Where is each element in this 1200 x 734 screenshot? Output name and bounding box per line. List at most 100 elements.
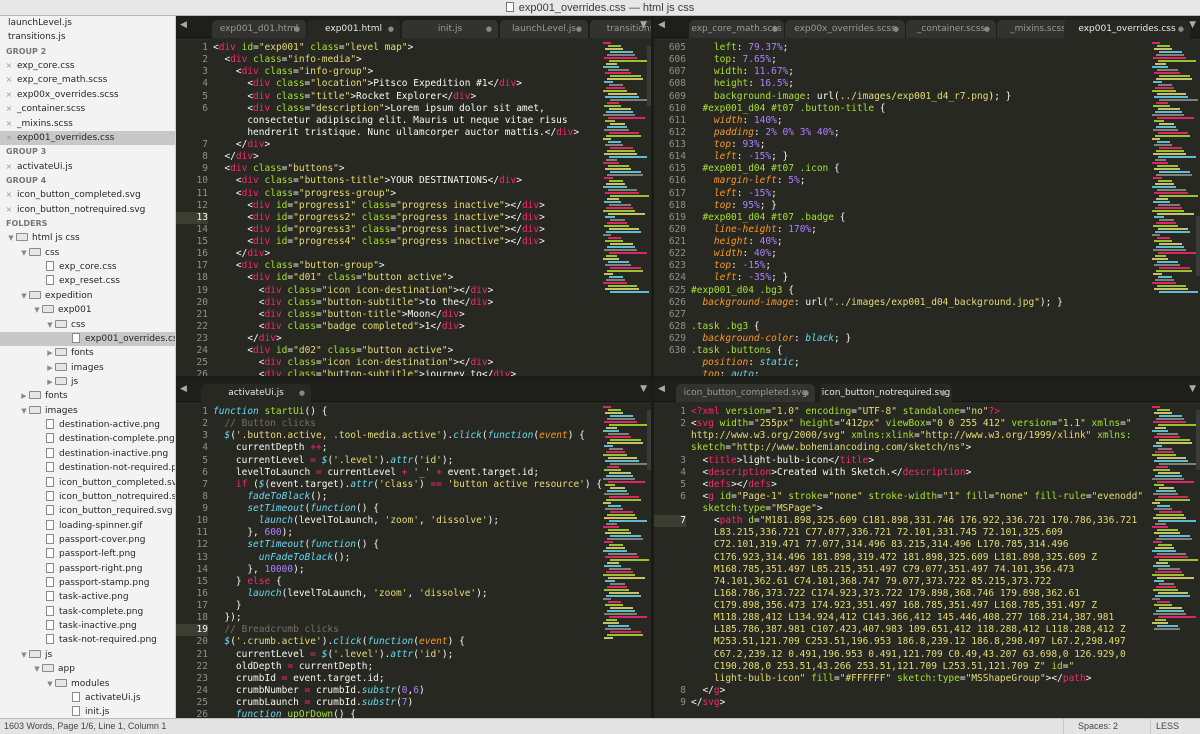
sidebar-file[interactable]: task-active.png (0, 590, 175, 604)
code-area[interactable]: function startUi() { // Button clicks $(… (213, 406, 602, 718)
sidebar-folder[interactable]: ▶ fonts (0, 389, 175, 403)
tab-scroll-left-icon[interactable]: ◀ (180, 384, 187, 394)
chevron-down-icon[interactable]: ▼ (19, 246, 29, 260)
sidebar-file[interactable]: icon_button_notrequired.svg (0, 490, 175, 504)
chevron-down-icon[interactable]: ▼ (32, 303, 42, 317)
chevron-right-icon[interactable]: ▶ (45, 346, 55, 360)
editor-tab[interactable]: init.js ● (402, 20, 498, 38)
close-icon[interactable]: × (4, 131, 14, 145)
tab-close-icon[interactable]: ● (486, 20, 492, 38)
pane-divider-vertical[interactable] (651, 16, 654, 718)
sidebar-file[interactable]: × icon_button_completed.svg (0, 188, 175, 202)
chevron-down-icon[interactable]: ▼ (19, 648, 29, 662)
tab-close-icon[interactable]: ● (1178, 20, 1184, 38)
editor-pane-bottom-left[interactable]: ◀ activateUi.js ● ▼ 1 2 3 4 5 6 7 8 9 10 11 12 13 14 15 16 1… (176, 380, 651, 718)
tab-scroll-left-icon[interactable]: ◀ (658, 384, 665, 394)
sidebar-file[interactable]: task-not-required.png (0, 633, 175, 647)
tab-close-icon[interactable]: ● (299, 384, 305, 402)
tab-scroll-left-icon[interactable]: ◀ (658, 20, 665, 30)
close-icon[interactable]: × (4, 188, 14, 202)
sidebar-file[interactable]: exp001_overrides.css (0, 331, 175, 347)
minimap[interactable] (603, 406, 649, 718)
editor-tab[interactable]: icon_button_completed.svg ● (676, 384, 815, 402)
editor-pane-top-right[interactable]: ◀ exp_core_math.scss ● exp00x_overrides.scs… (654, 16, 1200, 376)
sidebar-folder[interactable]: ▼ images (0, 404, 175, 418)
sidebar-folder[interactable]: ▼ app (0, 662, 175, 676)
sidebar-file[interactable]: passport-left.png (0, 547, 175, 561)
sidebar-file[interactable]: exp_reset.css (0, 274, 175, 288)
vertical-scrollbar[interactable] (1196, 216, 1200, 276)
sidebar-file[interactable]: exp_core.css (0, 260, 175, 274)
sidebar-file[interactable]: destination-complete.png (0, 432, 175, 446)
tab-scroll-right-icon[interactable]: ▼ (1189, 384, 1196, 394)
sidebar-file[interactable]: icon_button_completed.svg (0, 476, 175, 490)
tab-close-icon[interactable]: ● (576, 20, 582, 38)
close-icon[interactable]: × (4, 203, 14, 217)
chevron-down-icon[interactable]: ▼ (32, 662, 42, 676)
tab-scroll-right-icon[interactable]: ▼ (1189, 20, 1196, 30)
sidebar-folder[interactable]: ▼ css (0, 246, 175, 260)
minimap[interactable] (1152, 42, 1198, 376)
editor-tab[interactable]: exp001.html ● (307, 20, 400, 38)
tab-close-icon[interactable]: ● (984, 20, 990, 38)
sidebar-file[interactable]: × exp001_overrides.css (0, 130, 175, 146)
minimap[interactable] (1152, 406, 1198, 718)
editor-tab[interactable]: exp00x_overrides.scss ● (785, 20, 905, 38)
chevron-down-icon[interactable]: ▼ (19, 404, 29, 418)
sidebar-folder[interactable]: ▼ modules (0, 677, 175, 691)
tab-close-icon[interactable]: ● (294, 20, 300, 38)
indentation-setting[interactable]: Spaces: 2 (1063, 719, 1153, 734)
chevron-down-icon[interactable]: ▼ (45, 677, 55, 691)
code-area[interactable]: <?xml version="1.0" encoding="UTF-8" sta… (691, 406, 1143, 709)
chevron-right-icon[interactable]: ▶ (45, 361, 55, 375)
sidebar-file[interactable]: task-inactive.png (0, 619, 175, 633)
sidebar-folder[interactable]: ▶ fonts (0, 346, 175, 360)
sidebar-file[interactable]: destination-inactive.png (0, 447, 175, 461)
close-icon[interactable]: × (4, 59, 14, 73)
tab-scroll-left-icon[interactable]: ◀ (180, 20, 187, 30)
sidebar-file[interactable]: × icon_button_notrequired.svg (0, 203, 175, 217)
tab-scroll-right-icon[interactable]: ▼ (640, 384, 647, 394)
sidebar-file[interactable]: passport-right.png (0, 562, 175, 576)
sidebar-folder[interactable]: ▼ expedition (0, 289, 175, 303)
sidebar-file[interactable]: × _mixins.scss (0, 117, 175, 131)
chevron-right-icon[interactable]: ▶ (45, 375, 55, 389)
chevron-down-icon[interactable]: ▼ (19, 289, 29, 303)
chevron-right-icon[interactable]: ▶ (19, 389, 29, 403)
editor-pane-bottom-right[interactable]: ◀ icon_button_completed.svg ● icon_button_n… (654, 380, 1200, 718)
editor-tab[interactable]: activateUi.js ● (201, 384, 311, 402)
sidebar-folder[interactable]: ▼ html js css (0, 231, 175, 245)
chevron-down-icon[interactable]: ▼ (45, 318, 55, 332)
sidebar-file[interactable]: × activateUi.js (0, 160, 175, 174)
tab-close-icon[interactable]: ● (893, 20, 899, 38)
chevron-down-icon[interactable]: ▼ (6, 231, 16, 245)
editor-tab[interactable]: exp_core_math.scss ● (689, 20, 784, 38)
sidebar-file[interactable]: init.js (0, 705, 175, 718)
sidebar-file[interactable]: passport-stamp.png (0, 576, 175, 590)
syntax-selector[interactable]: LESS (1150, 719, 1200, 734)
code-area[interactable]: <div id="exp001" class="level map"> <div… (213, 42, 579, 376)
sidebar-file[interactable]: × exp_core_math.scss (0, 73, 175, 87)
editor-tab[interactable]: icon_button_notrequired.svg ● (820, 384, 952, 402)
sidebar-folder[interactable]: ▶ js (0, 375, 175, 389)
sidebar-file[interactable]: destination-not-required.png (0, 461, 175, 475)
sidebar-file[interactable]: × _container.scss (0, 102, 175, 116)
sidebar-file[interactable]: task-complete.png (0, 605, 175, 619)
tab-close-icon[interactable]: ● (803, 384, 809, 402)
sidebar-folder[interactable]: ▶ images (0, 361, 175, 375)
vertical-scrollbar[interactable] (1196, 410, 1200, 470)
tab-close-icon[interactable]: ● (388, 20, 394, 38)
sidebar-file[interactable]: × exp_core.css (0, 59, 175, 73)
editor-tab[interactable]: exp001_overrides.css ● (1064, 20, 1190, 38)
close-icon[interactable]: × (4, 117, 14, 131)
sidebar-file[interactable]: destination-active.png (0, 418, 175, 432)
sidebar-folder[interactable]: ▼ exp001 (0, 303, 175, 317)
sidebar[interactable]: launchLevel.js transitions.js GROUP 2 × exp_… (0, 16, 176, 718)
code-area[interactable]: left: 79.37%; top: 7.65%; width: 11.67%;… (691, 42, 1063, 376)
close-icon[interactable]: × (4, 73, 14, 87)
sidebar-file[interactable]: transitions.js (0, 30, 175, 44)
tab-close-icon[interactable]: ● (940, 384, 946, 402)
tab-scroll-right-icon[interactable]: ▼ (640, 20, 647, 30)
close-icon[interactable]: × (4, 102, 14, 116)
editor-pane-top-left[interactable]: ◀ exp001_d01.html ● exp001.html ● init.js ● lau… (176, 16, 651, 376)
